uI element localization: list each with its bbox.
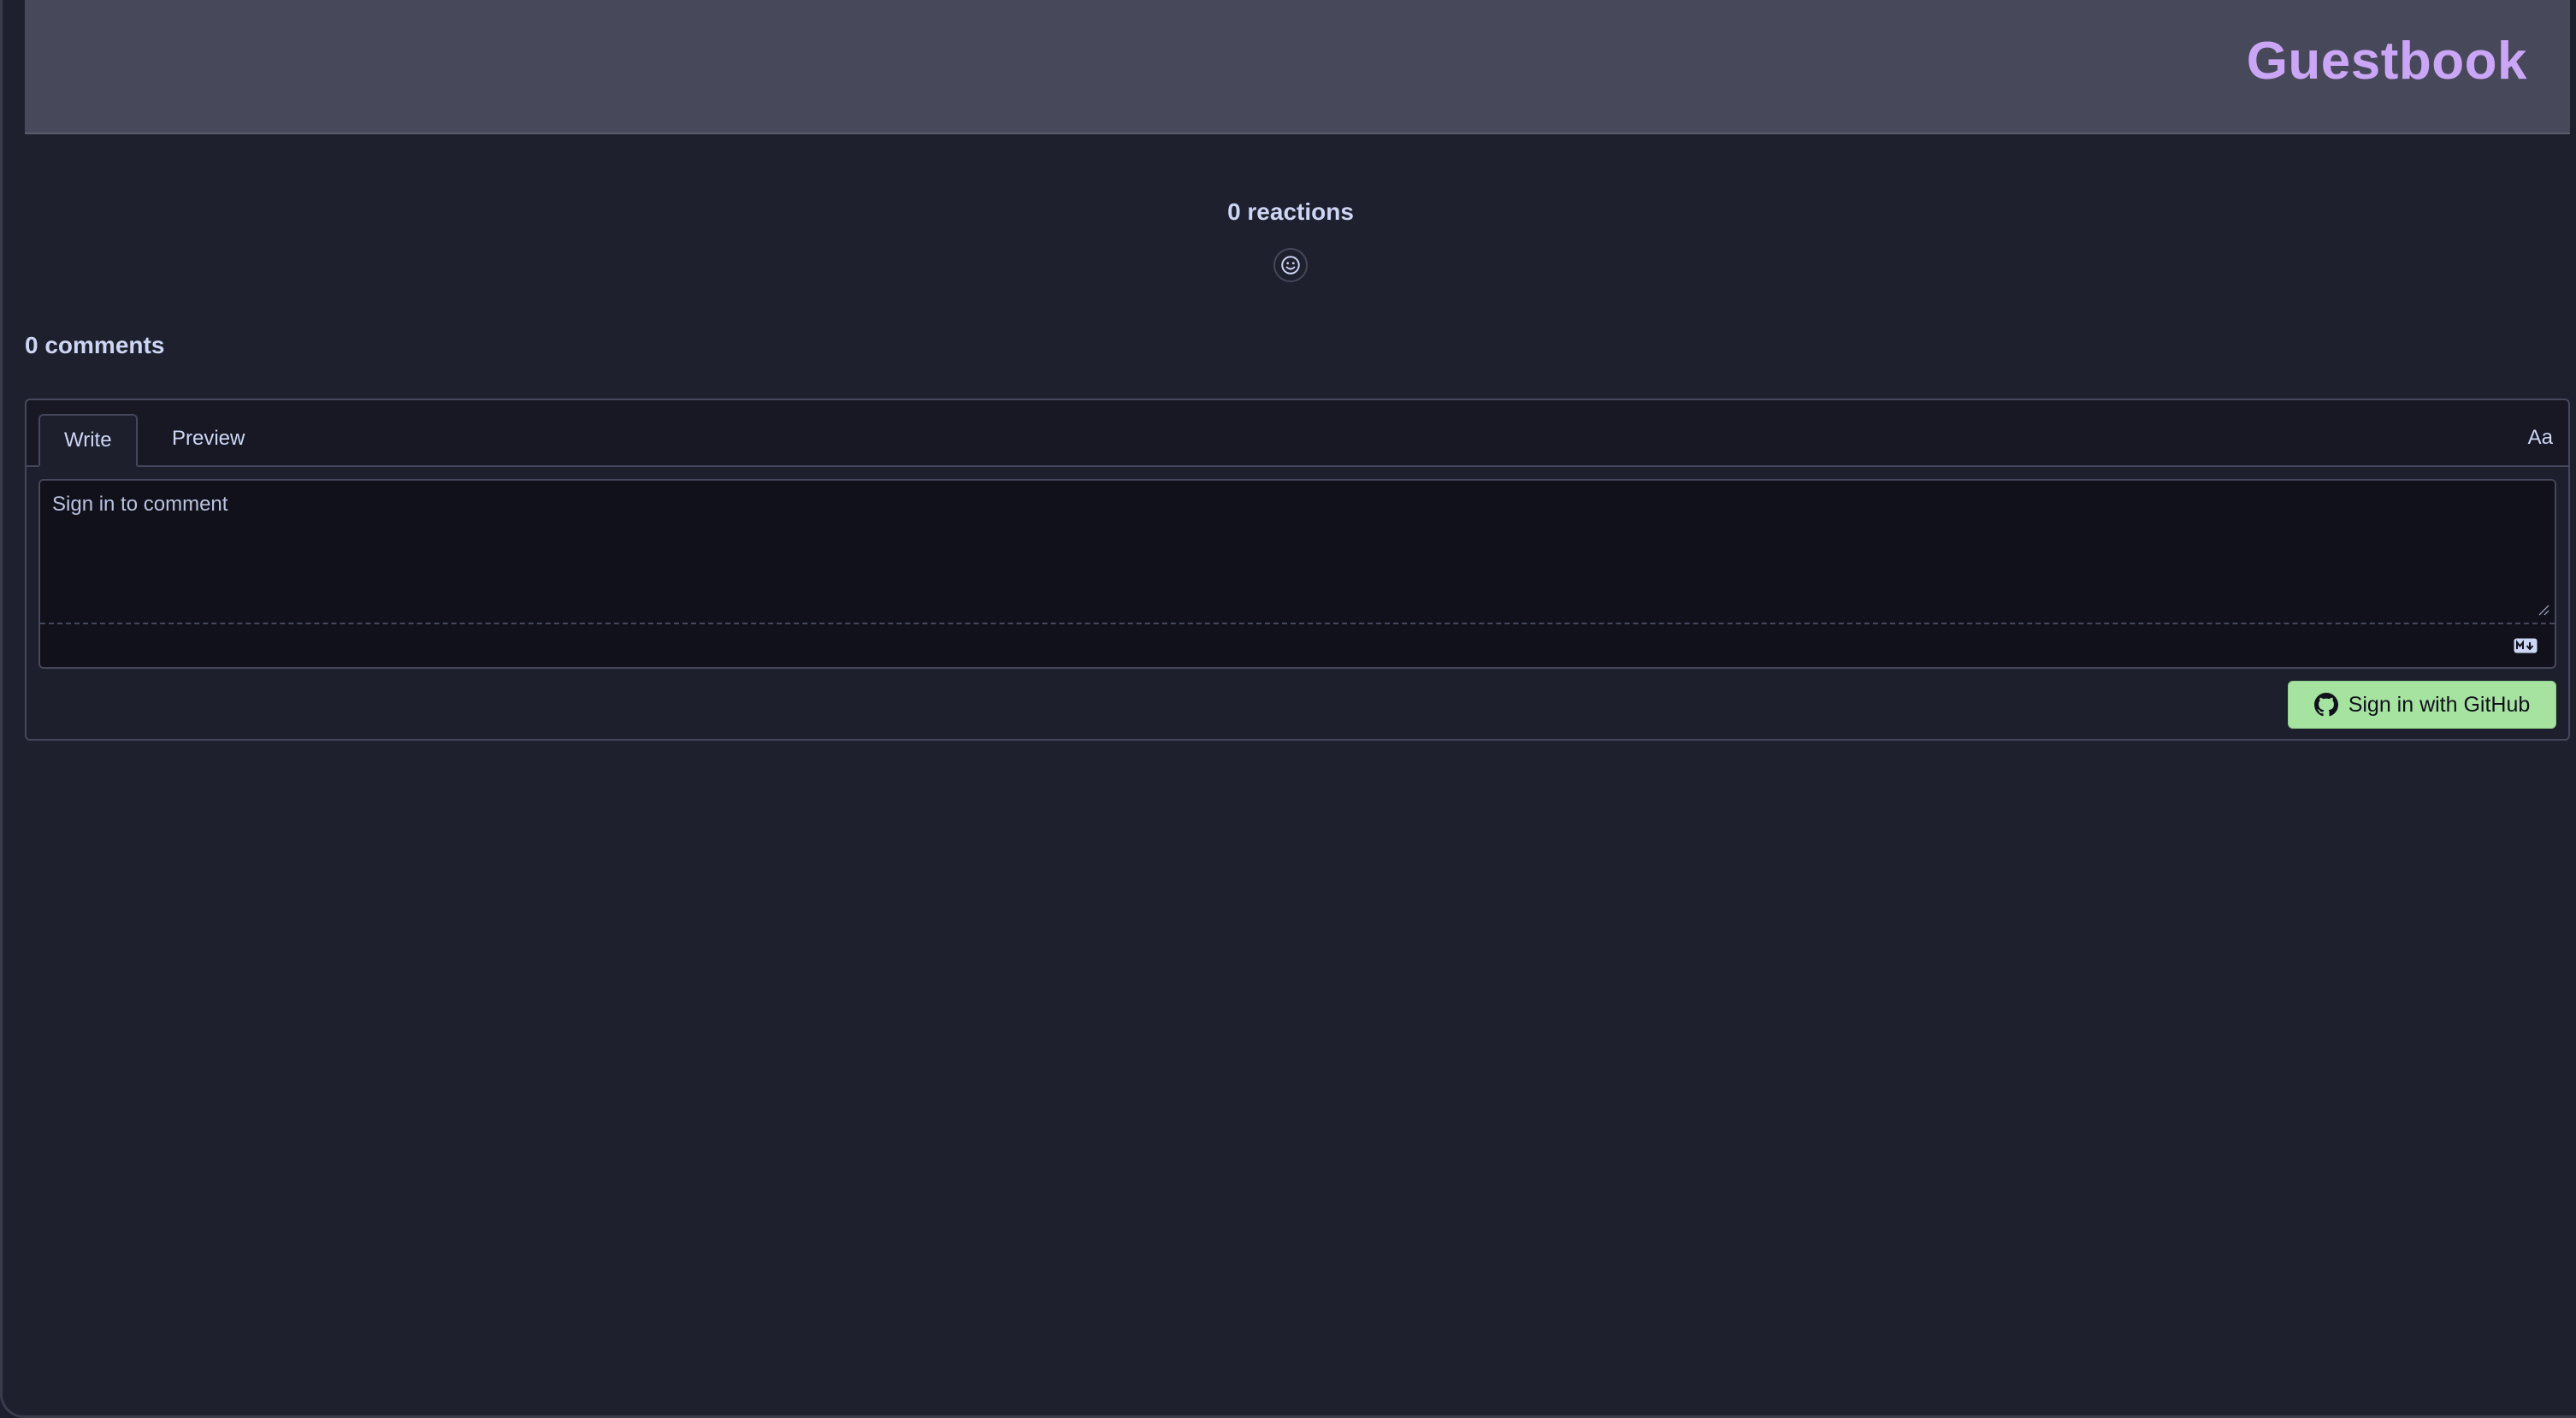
comment-input[interactable]	[40, 481, 2555, 623]
page-header: Guestbook	[25, 0, 2570, 134]
editor-divider	[40, 623, 2555, 624]
app-frame: Guestbook 0 reactions 0 comments Write P…	[0, 0, 2576, 1418]
reactions-count: 0 reactions	[1227, 198, 1354, 225]
font-toggle-button[interactable]: Aa	[2528, 426, 2553, 450]
page-title: Guestbook	[2246, 32, 2527, 91]
resize-handle-icon[interactable]	[2536, 602, 2549, 616]
comments-count: 0 comments	[25, 332, 165, 358]
reactions-section: 0 reactions	[3, 198, 2576, 282]
tab-preview[interactable]: Preview	[148, 414, 269, 467]
sign-in-github-button[interactable]: Sign in with GitHub	[2288, 681, 2556, 729]
smiley-icon	[1281, 256, 1300, 275]
add-reaction-button[interactable]	[1273, 248, 1308, 282]
tab-write[interactable]: Write	[38, 414, 138, 467]
comment-editor: Write Preview Aa Sign in with GitHub	[25, 399, 2570, 741]
sign-in-github-label: Sign in with GitHub	[2348, 692, 2531, 717]
editor-tabbar: Write Preview Aa	[27, 400, 2568, 467]
markdown-icon[interactable]	[2514, 638, 2538, 653]
comment-input-wrapper	[38, 479, 2556, 669]
github-icon	[2313, 693, 2338, 717]
